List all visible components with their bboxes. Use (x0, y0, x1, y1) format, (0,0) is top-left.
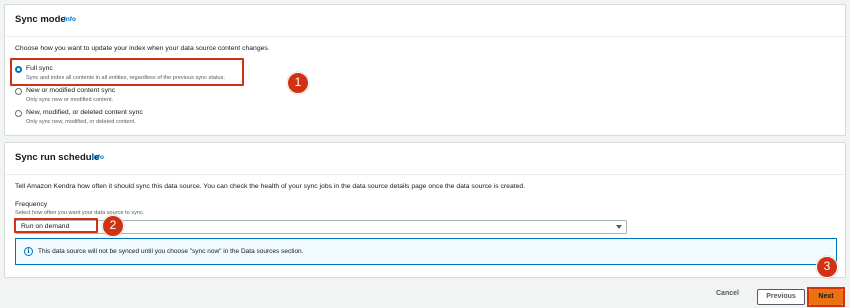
radio-button[interactable] (15, 88, 22, 95)
sync-schedule-title: Sync run schedule (15, 152, 100, 163)
alert-text: This data source will not be synced unti… (38, 248, 304, 255)
radio-button[interactable] (15, 110, 22, 117)
annotation-badge-2: 2 (102, 215, 124, 237)
radio-description: Only sync new or modified content. (26, 97, 114, 103)
radio-description: Only sync new, modified, or deleted cont… (26, 119, 136, 125)
sync-schedule-panel: Sync run schedule Info Tell Amazon Kendr… (4, 142, 846, 278)
sync-schedule-description: Tell Amazon Kendra how often it should s… (15, 183, 526, 190)
sync-mode-header: Sync mode Info (5, 5, 845, 37)
sync-mode-info-link[interactable]: Info (64, 16, 76, 23)
annotation-badge-1: 1 (287, 72, 309, 94)
sync-schedule-info-link[interactable]: Info (92, 154, 104, 161)
radio-label: New, modified, or deleted content sync (26, 109, 143, 116)
frequency-label: Frequency (15, 201, 48, 208)
frequency-highlight (14, 218, 98, 233)
full-sync-highlight (10, 58, 244, 86)
sync-mode-title: Sync mode (15, 14, 66, 25)
next-button[interactable]: Next (809, 289, 843, 305)
info-circle-icon: i (24, 247, 33, 256)
sync-mode-description: Choose how you want to update your index… (15, 45, 270, 52)
annotation-badge-3: 3 (816, 256, 838, 278)
frequency-help-text: Select how often you want your data sour… (15, 210, 145, 216)
previous-button[interactable]: Previous (757, 289, 805, 305)
sync-schedule-header: Sync run schedule Info (5, 143, 845, 175)
radio-label: New or modified content sync (26, 87, 116, 94)
info-alert: i This data source will not be synced un… (15, 238, 837, 265)
cancel-button[interactable]: Cancel (716, 290, 739, 297)
caret-down-icon (616, 225, 622, 229)
